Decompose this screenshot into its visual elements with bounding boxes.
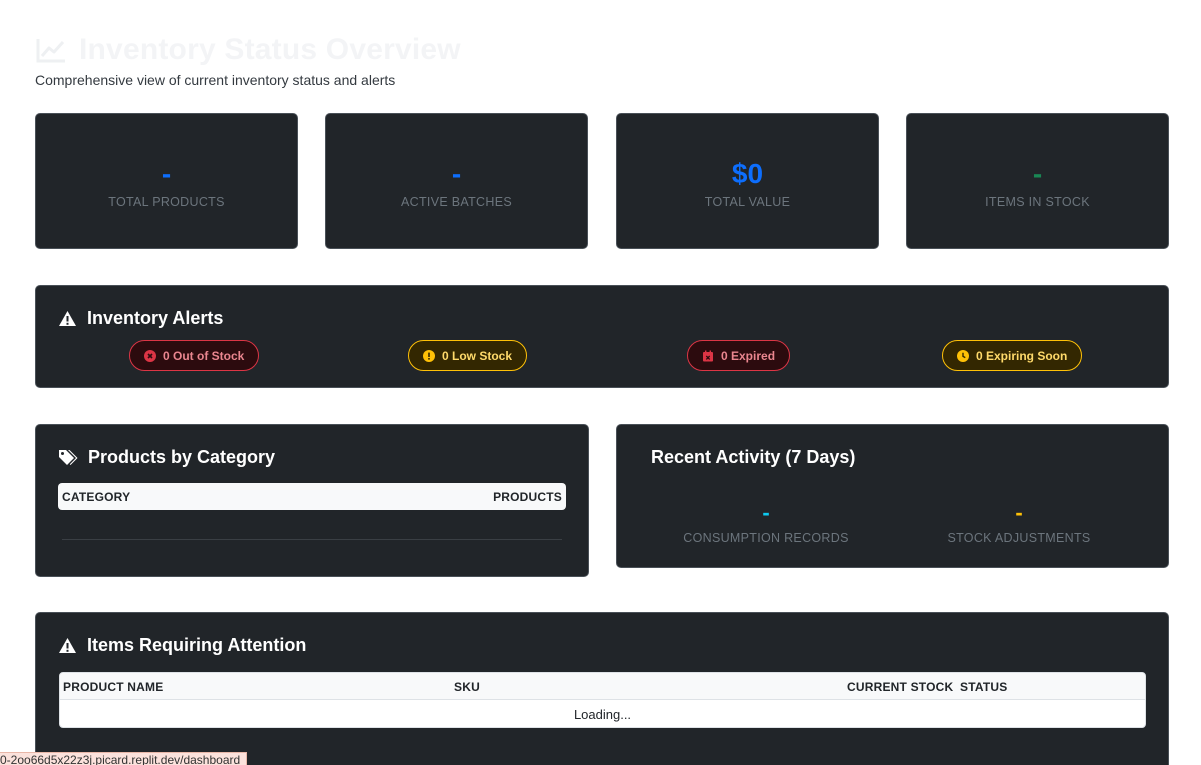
out-of-stock-badge[interactable]: 0 Out of Stock bbox=[129, 340, 260, 371]
page-title-text: Inventory Status Overview bbox=[79, 33, 461, 66]
stat-value: - bbox=[451, 158, 462, 189]
chart-line-icon bbox=[36, 39, 65, 63]
stat-label: TOTAL PRODUCTS bbox=[108, 195, 225, 209]
stat-label: ITEMS IN STOCK bbox=[985, 195, 1090, 209]
category-table-header: CATEGORY PRODUCTS bbox=[58, 483, 566, 510]
table-divider bbox=[62, 539, 562, 540]
low-stock-badge[interactable]: 0 Low Stock bbox=[408, 340, 528, 371]
category-title: Products by Category bbox=[88, 447, 276, 467]
column-header-category: CATEGORY bbox=[62, 490, 131, 504]
stat-card-items-in-stock: - ITEMS IN STOCK bbox=[906, 113, 1169, 249]
column-header-sku: SKU bbox=[454, 680, 480, 694]
items-requiring-attention-card: Items Requiring Attention PRODUCT NAME S… bbox=[35, 612, 1169, 765]
stat-label: ACTIVE BATCHES bbox=[401, 195, 512, 209]
expiring-soon-badge[interactable]: 0 Expiring Soon bbox=[942, 340, 1083, 371]
x-circle-icon bbox=[144, 349, 156, 362]
inventory-alerts-card: Inventory Alerts 0 Out of Stock 0 Low St… bbox=[35, 285, 1169, 388]
alerts-title: Inventory Alerts bbox=[87, 308, 224, 328]
category-header: Products by Category bbox=[58, 447, 275, 468]
attention-title: Items Requiring Attention bbox=[87, 635, 307, 655]
stat-card-total-products: - TOTAL PRODUCTS bbox=[35, 113, 298, 249]
status-bar-url: 0-2oo66d5x22z3j.picard.replit.dev/dashbo… bbox=[0, 752, 248, 765]
consumption-value: - bbox=[762, 500, 770, 525]
page-subtitle: Comprehensive view of current inventory … bbox=[35, 72, 396, 88]
column-header-product-name: PRODUCT NAME bbox=[63, 680, 164, 694]
column-header-status: STATUS bbox=[960, 680, 1008, 694]
consumption-records-stat: - CONSUMPTION RECORDS bbox=[656, 499, 876, 545]
stat-value: - bbox=[1032, 158, 1043, 189]
stat-card-active-batches: - ACTIVE BATCHES bbox=[325, 113, 588, 249]
stat-label: TOTAL VALUE bbox=[704, 195, 791, 209]
stat-value: $0 bbox=[731, 158, 764, 189]
calendar-x-icon bbox=[703, 350, 713, 361]
page-title: Inventory Status Overview bbox=[35, 31, 461, 69]
exclamation-circle-icon bbox=[423, 349, 435, 362]
out-of-stock-label: 0 Out of Stock bbox=[163, 348, 245, 363]
recent-activity-card: Recent Activity (7 Days) - CONSUMPTION R… bbox=[616, 424, 1169, 568]
products-by-category-card: Products by Category CATEGORY PRODUCTS bbox=[35, 424, 589, 577]
stock-adjustments-stat: - STOCK ADJUSTMENTS bbox=[909, 499, 1129, 545]
stat-card-total-value: $0 TOTAL VALUE bbox=[616, 113, 879, 249]
adjustments-label: STOCK ADJUSTMENTS bbox=[947, 531, 1091, 545]
clock-icon bbox=[957, 349, 969, 362]
tags-icon bbox=[59, 449, 78, 465]
warning-icon bbox=[59, 638, 76, 653]
column-header-products: PRODUCTS bbox=[493, 490, 562, 504]
column-header-current-stock: CURRENT STOCK bbox=[847, 680, 954, 694]
attention-table: PRODUCT NAME SKU CURRENT STOCK STATUS Lo… bbox=[59, 672, 1146, 728]
stat-value: - bbox=[161, 158, 172, 189]
low-stock-label: 0 Low Stock bbox=[442, 348, 513, 363]
warning-icon bbox=[59, 311, 76, 326]
adjustments-value: - bbox=[1015, 500, 1023, 525]
expired-label: 0 Expired bbox=[721, 348, 776, 363]
loading-text: Loading... bbox=[573, 707, 632, 722]
activity-header: Recent Activity (7 Days) bbox=[651, 447, 855, 468]
activity-title: Recent Activity (7 Days) bbox=[651, 447, 856, 467]
consumption-label: CONSUMPTION RECORDS bbox=[683, 531, 849, 545]
attention-header: Items Requiring Attention bbox=[58, 635, 306, 656]
alerts-header: Inventory Alerts bbox=[58, 308, 223, 329]
attention-table-header: PRODUCT NAME SKU CURRENT STOCK STATUS bbox=[60, 673, 1145, 700]
expired-badge[interactable]: 0 Expired bbox=[687, 340, 791, 371]
expiring-soon-label: 0 Expiring Soon bbox=[976, 348, 1068, 363]
